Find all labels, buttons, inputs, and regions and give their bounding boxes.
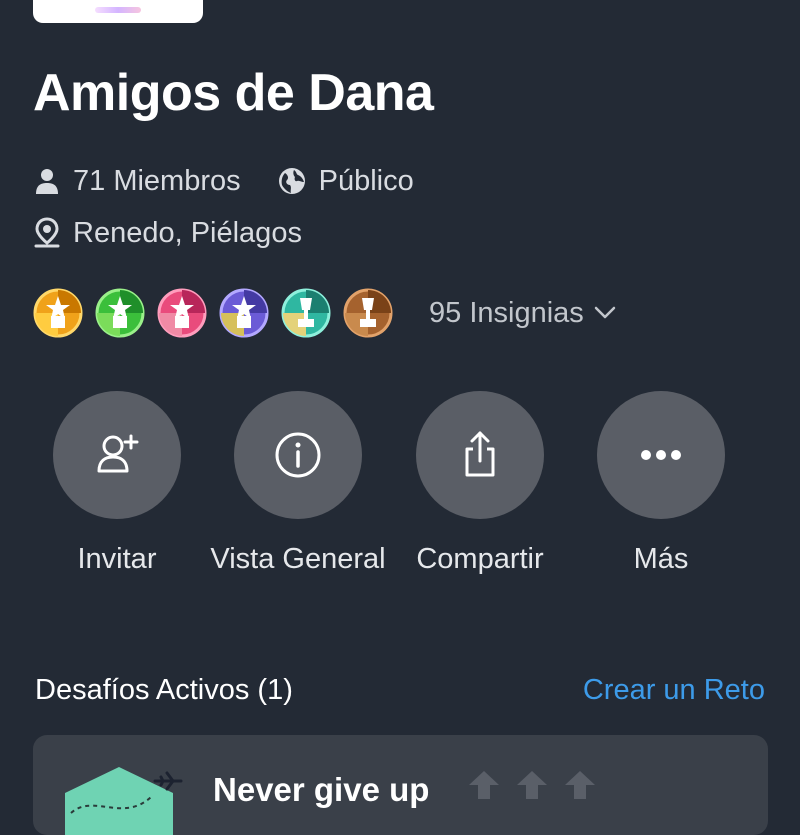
group-title: Amigos de Dana <box>33 64 434 122</box>
more-icon <box>641 450 681 460</box>
create-challenge-link[interactable]: Crear un Reto <box>583 674 765 707</box>
arrow-up-icon <box>563 769 597 804</box>
location-label: Renedo, Piélagos <box>73 216 302 249</box>
location-row: Renedo, Piélagos <box>33 216 338 250</box>
logo-graphic <box>95 7 141 13</box>
invite-action[interactable]: Invitar <box>27 391 207 578</box>
overview-label: Vista General <box>210 543 386 575</box>
arrow-up-icon <box>467 769 501 804</box>
trophy-badge-bronze-icon <box>343 288 393 338</box>
visibility-label: Público <box>318 164 414 197</box>
trophy-badge-green-icon <box>95 288 145 338</box>
invite-button[interactable] <box>53 391 181 519</box>
group-logo <box>33 0 203 23</box>
active-challenges-heading: Desafíos Activos (1) <box>35 674 293 706</box>
badges-dropdown[interactable]: 95 Insignias <box>429 297 616 330</box>
trophy-badge-purple-icon <box>219 288 269 338</box>
badges-count-label: 95 Insignias <box>429 296 584 329</box>
share-action[interactable]: Compartir <box>390 391 570 578</box>
arrow-up-icon <box>515 769 549 804</box>
share-label: Compartir <box>416 543 544 575</box>
person-icon <box>36 169 58 194</box>
challenge-title: Never give up <box>213 771 430 808</box>
visibility-info: Público <box>277 165 414 198</box>
overview-button[interactable] <box>234 391 362 519</box>
share-button[interactable] <box>416 391 544 519</box>
trophy-badge-teal-icon <box>281 288 331 338</box>
challenge-progress-arrows <box>467 769 611 804</box>
chevron-down-icon <box>594 306 616 319</box>
more-button[interactable] <box>597 391 725 519</box>
members-info[interactable]: 71 Miembros <box>33 165 241 198</box>
share-icon <box>465 431 495 477</box>
trophy-badge-pink-icon <box>157 288 207 338</box>
invite-label: Invitar <box>77 543 157 575</box>
challenge-card[interactable]: Never give up <box>33 735 768 835</box>
info-icon <box>275 432 321 478</box>
challenge-thumbnail <box>65 767 183 835</box>
location-info[interactable]: Renedo, Piélagos <box>33 217 302 250</box>
more-label: Más <box>633 543 689 575</box>
globe-icon <box>278 168 305 194</box>
group-meta-row: 71 Miembros Público <box>33 164 450 198</box>
members-count: 71 Miembros <box>73 164 241 197</box>
overview-action[interactable]: Vista General <box>208 391 388 578</box>
badges-row[interactable]: 95 Insignias <box>33 287 616 339</box>
trophy-badge-orange-icon <box>33 288 83 338</box>
more-action[interactable]: Más <box>571 391 751 578</box>
location-pin-icon <box>34 217 60 248</box>
add-user-icon <box>97 434 139 473</box>
